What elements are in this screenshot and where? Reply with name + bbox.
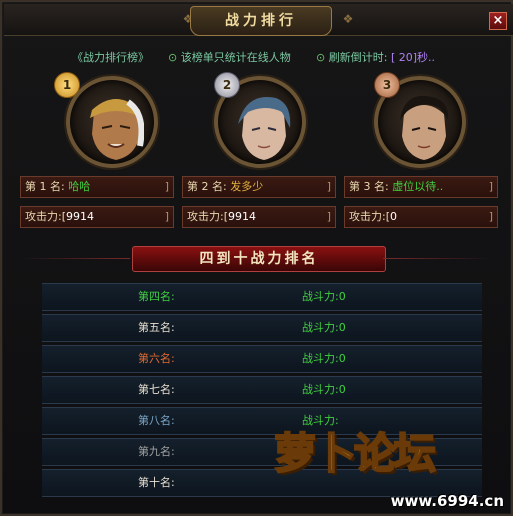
rank-row[interactable]: 第四名: 战斗力:0 (42, 283, 482, 311)
refresh-line: ⊙ 刷新倒计时: [ 20]秒.. (316, 50, 435, 66)
power-value: 0 (338, 352, 346, 365)
rank-2-attack-box: 攻击力:[9914 ] (182, 206, 336, 228)
power-label: 战斗力: (302, 383, 339, 396)
power-label: 战斗力: (302, 352, 339, 365)
power-label: 战斗力: (302, 290, 339, 303)
medal-bronze-icon: 3 (374, 72, 400, 98)
close-button[interactable]: × (489, 12, 507, 30)
power-text: 战斗力:0 (302, 284, 346, 310)
portrait-rank-1[interactable] (66, 76, 158, 168)
rank-label: 第 3 名: (349, 180, 389, 193)
power-value: 0 (338, 290, 346, 303)
player-name[interactable]: 虚位以待.. (392, 180, 443, 193)
attack-label: 攻击力: (349, 210, 386, 223)
hero-face-image (400, 95, 449, 160)
bullet-icon: ⊙ (168, 51, 178, 64)
rank-3-attack-box: 攻击力:[0 ] (344, 206, 498, 228)
refresh-timer: [ 20]秒.. (390, 51, 436, 64)
note-text: 该榜单只统计在线人物 (180, 51, 291, 64)
bullet-icon: ⊙ (316, 51, 326, 64)
rank-row[interactable]: 第七名: 战斗力:0 (42, 376, 482, 404)
section-title: 四到十战力排名 (132, 246, 386, 272)
rank-3-name-box: 第 3 名: 虚位以待.. ] (344, 176, 498, 198)
rank-row[interactable]: 第五名: 战斗力:0 (42, 314, 482, 342)
attack-label: 攻击力: (25, 210, 62, 223)
board-label: 《战力排行榜》 (72, 51, 149, 64)
rank-place-label: 第六名: (138, 352, 175, 365)
power-value: 0 (338, 321, 346, 334)
rank-place-label: 第四名: (138, 290, 175, 303)
medal-silver-icon: 2 (214, 72, 240, 98)
power-text: 战斗力:0 (302, 377, 346, 403)
rank-1-attack-box: 攻击力:[9914 ] (20, 206, 174, 228)
attack-label: 攻击力: (187, 210, 224, 223)
rank-label: 第 2 名: (187, 180, 227, 193)
attack-value: 0 (390, 210, 398, 223)
power-text: 战斗力:0 (302, 346, 346, 372)
ranking-window: ❖ 战力排行 ❖ × 《战力排行榜》 ⊙ 该榜单只统计在线人物 ⊙ 刷新倒计时:… (0, 0, 513, 516)
watermark-logo: 萝卜论坛 www.6994.cn (264, 420, 510, 514)
medal-gold-icon: 1 (54, 72, 80, 98)
player-name[interactable]: 哈哈 (68, 180, 90, 193)
power-label: 战斗力: (302, 321, 339, 334)
rank-place-label: 第五名: (138, 321, 175, 334)
hero-face-image (90, 99, 144, 160)
bracket: ] (164, 180, 169, 193)
bracket: ] (488, 180, 493, 193)
refresh-label: 刷新倒计时: (328, 51, 388, 64)
player-name[interactable]: 发多少 (230, 180, 263, 193)
rank-label: 第 1 名: (25, 180, 65, 193)
attack-value: 9914 (228, 210, 257, 223)
power-text: 战斗力:0 (302, 315, 346, 341)
rank-1-name-box: 第 1 名: 哈哈 ] (20, 176, 174, 198)
power-value: 0 (338, 383, 346, 396)
window-title: 战力排行 (190, 6, 332, 36)
note-line: ⊙ 该榜单只统计在线人物 (168, 50, 291, 66)
rank-place-label: 第九名: (138, 445, 175, 458)
title-ornament-right: ❖ (342, 12, 354, 26)
bracket: ] (326, 210, 331, 223)
attack-value: 9914 (66, 210, 95, 223)
rank-row[interactable]: 第六名: 战斗力:0 (42, 345, 482, 373)
bracket: ] (326, 180, 331, 193)
bracket: ] (164, 210, 169, 223)
watermark-url: www.6994.cn (390, 492, 504, 510)
rank-place-label: 第十名: (138, 476, 175, 489)
header-ornament-left (20, 258, 130, 259)
title-bar: ❖ 战力排行 ❖ × (4, 4, 513, 36)
hero-face-image (238, 97, 291, 160)
rank-place-label: 第七名: (138, 383, 175, 396)
rank-2-name-box: 第 2 名: 发多少 ] (182, 176, 336, 198)
watermark-text: 萝卜论坛 (273, 428, 437, 479)
bracket: ] (488, 210, 493, 223)
header-ornament-right (383, 258, 493, 259)
rank-place-label: 第八名: (138, 414, 175, 427)
